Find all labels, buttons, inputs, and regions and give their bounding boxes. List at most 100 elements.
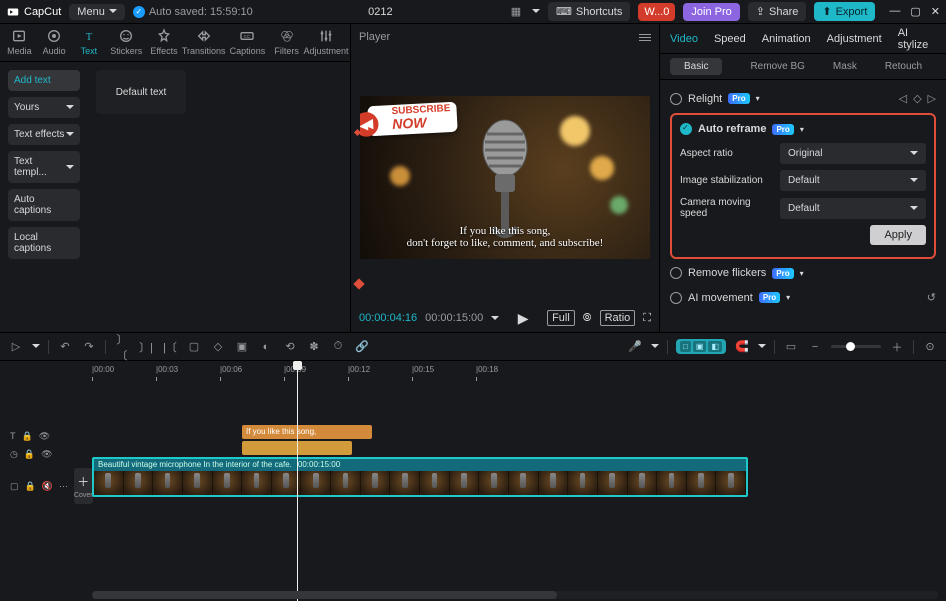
preview-icon[interactable]: ▭: [783, 340, 799, 353]
ribbon-audio[interactable]: Audio: [41, 28, 68, 57]
menu-button[interactable]: Menu: [69, 4, 125, 20]
select-tool[interactable]: ▷: [8, 340, 24, 353]
reset-icon[interactable]: ↺: [927, 291, 936, 304]
toggle-3[interactable]: ◧: [708, 341, 722, 352]
shortcuts-button[interactable]: ⌨Shortcuts: [548, 2, 630, 21]
text-clip[interactable]: If you like this song,: [242, 425, 372, 439]
timeline-ruler[interactable]: |00:00|00:03|00:06|00:09|00:12|00:15|00:…: [92, 361, 946, 381]
mute-icon[interactable]: 🔇: [42, 481, 53, 492]
tab-speed[interactable]: Speed: [714, 27, 746, 51]
timeline-tracks[interactable]: |00:00|00:03|00:06|00:09|00:12|00:15|00:…: [92, 361, 946, 601]
ribbon-stickers[interactable]: Stickers: [110, 28, 142, 57]
minimize-icon[interactable]: —: [889, 5, 900, 18]
subtab-remove-bg[interactable]: Remove BG: [750, 58, 804, 75]
zoom-in-icon[interactable]: ＋: [889, 339, 905, 355]
export-button[interactable]: ⬆Export: [814, 2, 875, 21]
checkbox-off-icon[interactable]: [670, 267, 682, 279]
apply-button[interactable]: Apply: [870, 225, 926, 245]
mic-icon[interactable]: 🎤: [627, 340, 643, 353]
reset-icon[interactable]: ◁: [899, 92, 907, 105]
trim-left-tool[interactable]: 〕|: [138, 339, 154, 355]
cover-button[interactable]: ＋Cover: [74, 468, 93, 504]
video-preview[interactable]: SUBSCRIBE NOW If you like this song, don…: [360, 96, 650, 259]
mirror-tool[interactable]: ◐: [258, 341, 274, 353]
speed-tool[interactable]: ⏱: [330, 340, 346, 353]
sidebar-item-local-captions[interactable]: Local captions: [8, 227, 80, 259]
magnet-icon[interactable]: 🧲: [734, 340, 750, 353]
default-text-thumb[interactable]: Default text: [96, 70, 186, 114]
sidebar-item-text-templates[interactable]: Text templ...: [8, 151, 80, 183]
user-badge[interactable]: W...0: [638, 3, 675, 21]
eye-icon[interactable]: 👁: [39, 431, 50, 442]
video-clip[interactable]: Beautiful vintage microphone In the inte…: [92, 457, 748, 497]
ribbon-captions[interactable]: CCCaptions: [230, 28, 266, 57]
playhead[interactable]: Pro Free: [297, 361, 298, 601]
maximize-icon[interactable]: ▢: [910, 5, 920, 18]
subtab-basic[interactable]: Basic: [670, 58, 722, 75]
toggle-2[interactable]: ▣: [693, 341, 707, 352]
camera-speed-select[interactable]: Default: [780, 198, 926, 219]
keyframe-marker-icon[interactable]: [353, 278, 364, 289]
add-text-button[interactable]: Add text: [8, 70, 80, 91]
tab-ai-stylize[interactable]: AI stylize: [898, 24, 936, 57]
undo-button[interactable]: ↶: [57, 340, 73, 353]
ribbon-text[interactable]: TText: [76, 28, 103, 57]
lock-icon[interactable]: 🔒: [22, 431, 33, 442]
ribbon-adjustment[interactable]: Adjustment: [308, 28, 344, 57]
delete-tool[interactable]: ▢: [186, 340, 202, 353]
split-tool[interactable]: 〕〔: [114, 331, 130, 363]
zoom-slider[interactable]: [831, 345, 881, 348]
clock-icon[interactable]: ◷: [10, 449, 18, 460]
zoom-fit-icon[interactable]: ⊙: [922, 340, 938, 353]
reverse-tool[interactable]: ▣: [234, 340, 250, 353]
subtab-retouch[interactable]: Retouch: [885, 58, 922, 75]
video-track-icon[interactable]: ▢: [10, 481, 19, 492]
lock-icon[interactable]: 🔒: [25, 481, 36, 492]
forward-icon[interactable]: ▷: [928, 92, 936, 105]
ai-movement-row[interactable]: AI movement Pro ▾ ↺: [670, 285, 936, 310]
tab-adjustment[interactable]: Adjustment: [827, 27, 882, 51]
fullscreen-icon[interactable]: ⛶: [643, 312, 651, 325]
keyframe-icon[interactable]: ◇: [913, 92, 921, 105]
tab-animation[interactable]: Animation: [762, 27, 811, 51]
share-button[interactable]: ⇪Share: [748, 2, 807, 21]
crop-tool[interactable]: ◇: [210, 340, 226, 353]
zoom-out-icon[interactable]: −: [807, 341, 823, 353]
scrollbar-thumb[interactable]: [92, 591, 557, 599]
lock-icon[interactable]: 🔒: [24, 449, 35, 460]
chain-tool[interactable]: 🔗: [354, 340, 370, 353]
aspect-ratio-select[interactable]: Original: [780, 143, 926, 164]
ribbon-filters[interactable]: Filters: [273, 28, 300, 57]
checkbox-off-icon[interactable]: [670, 93, 682, 105]
player-menu-icon[interactable]: [639, 34, 651, 41]
tab-video[interactable]: Video: [670, 27, 698, 51]
timeline-scrollbar[interactable]: [92, 591, 938, 599]
text-track-icon[interactable]: T: [10, 431, 16, 441]
checkbox-off-icon[interactable]: [670, 292, 682, 304]
ribbon-effects[interactable]: Effects: [150, 28, 177, 57]
snapshot-icon[interactable]: ⦾: [583, 312, 592, 325]
ribbon-transitions[interactable]: Transitions: [186, 28, 222, 57]
more-icon[interactable]: ⋯: [59, 481, 68, 492]
track-toggle-group[interactable]: □ ▣ ◧: [676, 339, 726, 354]
relight-row[interactable]: Relight Pro ▾ ◁◇▷: [670, 86, 936, 111]
close-icon[interactable]: ✕: [931, 5, 940, 18]
redo-button[interactable]: ↷: [81, 340, 97, 353]
sidebar-item-text-effects[interactable]: Text effects: [8, 124, 80, 145]
remove-flickers-row[interactable]: Remove flickers Pro ▾: [670, 261, 936, 285]
layout-icon[interactable]: ▦: [508, 5, 524, 18]
checkbox-on-icon[interactable]: [680, 123, 692, 135]
stabilization-select[interactable]: Default: [780, 170, 926, 191]
sidebar-item-yours[interactable]: Yours: [8, 97, 80, 118]
rotate-tool[interactable]: ⟲: [282, 340, 298, 353]
ribbon-media[interactable]: Media: [6, 28, 33, 57]
join-pro-button[interactable]: Join Pro: [683, 3, 739, 21]
toggle-1[interactable]: □: [680, 341, 691, 352]
sidebar-item-auto-captions[interactable]: Auto captions: [8, 189, 80, 221]
ratio-button[interactable]: Ratio: [600, 310, 636, 326]
chevron-down-icon[interactable]: [491, 316, 499, 324]
play-button[interactable]: ▶: [518, 310, 529, 327]
eye-icon[interactable]: 👁: [41, 449, 52, 460]
full-button[interactable]: Full: [547, 310, 575, 326]
subtab-mask[interactable]: Mask: [833, 58, 857, 75]
